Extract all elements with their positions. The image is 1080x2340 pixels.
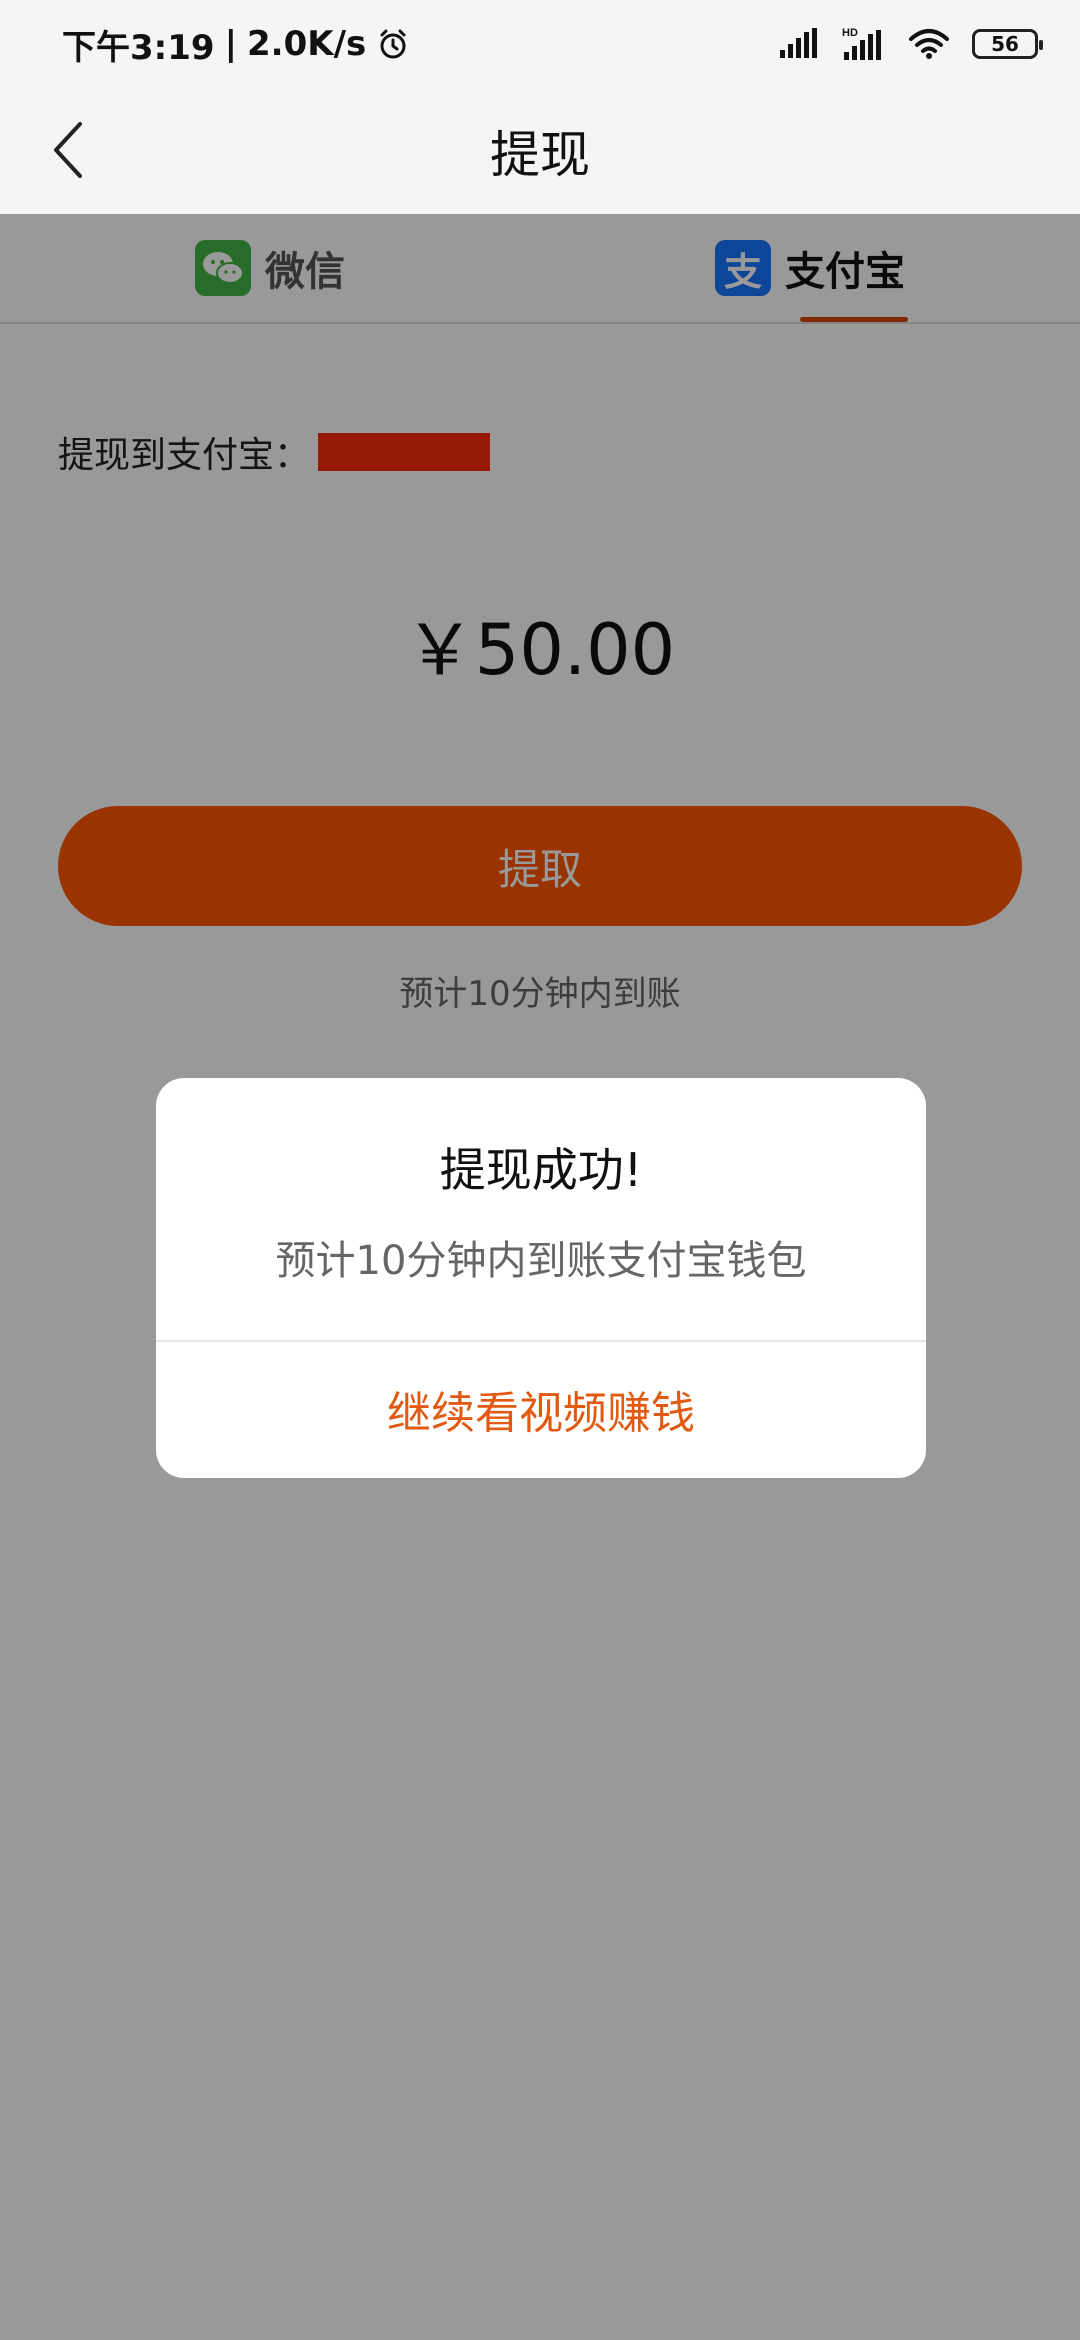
dialog-message: 预计10分钟内到账支付宝钱包 <box>275 1238 807 1284</box>
hd-signal-icon: HD <box>842 26 886 62</box>
nav-bar: 提现 <box>0 88 1080 214</box>
status-network-speed: 2.0K/s <box>247 24 367 64</box>
cell-signal-icon <box>778 28 820 60</box>
back-button[interactable] <box>36 118 100 182</box>
continue-watching-button[interactable]: 继续看视频赚钱 <box>156 1340 926 1478</box>
status-bar: 下午3:19 | 2.0K/s HD 56 <box>0 0 1080 88</box>
chevron-left-icon <box>54 122 82 178</box>
wifi-icon <box>908 27 950 61</box>
status-time: 下午3:19 <box>62 27 215 68</box>
status-right: HD 56 <box>778 26 1043 62</box>
battery-level: 56 <box>991 32 1019 56</box>
withdraw-screen: 下午3:19 | 2.0K/s HD 56 提现 微信 支 支付宝 提现到支付宝… <box>0 0 1080 2340</box>
page-title: 提现 <box>490 126 590 184</box>
dialog-title: 提现成功! <box>439 1143 643 1197</box>
battery-icon: 56 <box>972 29 1043 59</box>
status-separator: | <box>224 24 237 64</box>
status-left: 下午3:19 | 2.0K/s <box>62 20 410 69</box>
hd-label: HD <box>842 27 858 39</box>
alarm-icon <box>376 27 410 61</box>
success-dialog: 提现成功! 预计10分钟内到账支付宝钱包 继续看视频赚钱 <box>156 1078 926 1478</box>
